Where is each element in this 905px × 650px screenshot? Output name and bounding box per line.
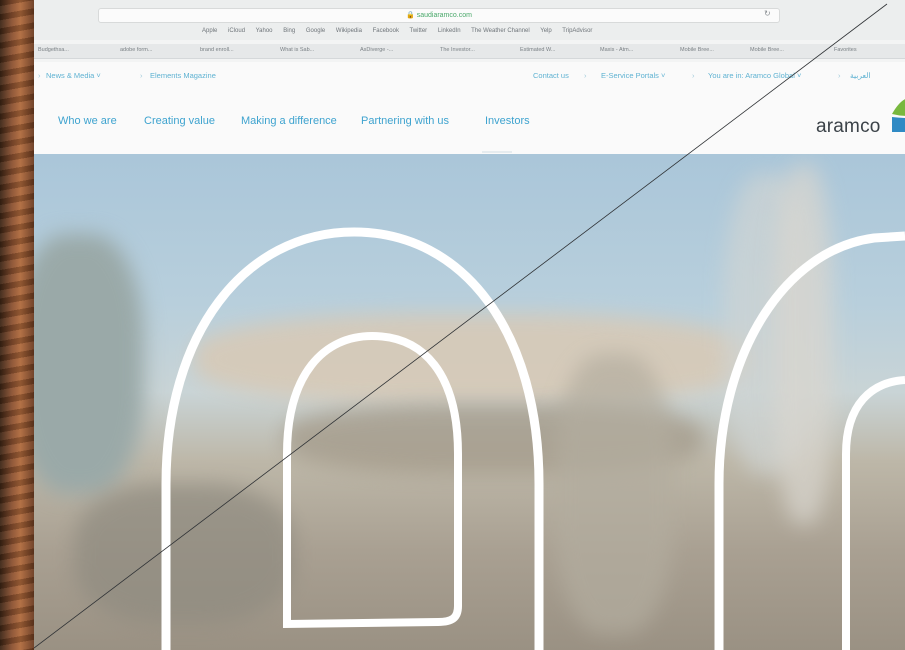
favorite-link[interactable]: Twitter xyxy=(410,28,428,34)
chevron-right-icon: › xyxy=(838,71,841,80)
bookmark-item[interactable]: brand enroll... xyxy=(200,47,234,53)
elements-magazine-link[interactable]: Elements Magazine xyxy=(150,71,216,80)
favorite-link[interactable]: Apple xyxy=(202,28,217,34)
favorite-link[interactable]: Yahoo xyxy=(256,28,273,34)
region-selector[interactable]: You are in: Aramco Global ˅ xyxy=(708,71,801,80)
bookmark-item[interactable]: adobe form... xyxy=(120,47,152,53)
bookmark-item[interactable]: The Investor... xyxy=(440,47,475,53)
bookmark-item[interactable]: AsDiverge -... xyxy=(360,47,393,53)
nav-who-we-are[interactable]: Who we are xyxy=(58,115,117,127)
browser-window: 🔒 saudiaramco.com ↻ Apple iCloud Yahoo B… xyxy=(34,0,905,650)
favorite-link[interactable]: TripAdvisor xyxy=(562,28,592,34)
bookmark-item[interactable]: Maxis - Atm... xyxy=(600,47,633,53)
favorite-link[interactable]: LinkedIn xyxy=(438,28,461,34)
bookmark-item[interactable]: Estimated W... xyxy=(520,47,555,53)
favorite-link[interactable]: The Weather Channel xyxy=(471,28,530,34)
aramco-logo-mark xyxy=(892,99,905,132)
desk-edge xyxy=(0,0,34,650)
bookmark-item[interactable]: Budgethsa... xyxy=(38,47,69,53)
news-media-link[interactable]: News & Media ˅ xyxy=(46,71,101,80)
chevron-right-icon: › xyxy=(692,71,695,80)
favorite-link[interactable]: Google xyxy=(306,28,325,34)
main-nav: Who we are Creating value Making a diffe… xyxy=(34,88,905,154)
utility-bar: › News & Media ˅ › Elements Magazine Con… xyxy=(34,62,905,88)
bookmark-item[interactable]: Mobile Bree... xyxy=(750,47,784,53)
bookmark-item[interactable]: What is Sab... xyxy=(280,47,314,53)
favorite-link[interactable]: Wikipedia xyxy=(336,28,362,34)
contact-us-link[interactable]: Contact us xyxy=(533,71,569,80)
hero-banner xyxy=(34,154,905,650)
toolbar: 🔒 saudiaramco.com ↻ xyxy=(34,0,905,28)
nav-creating-value[interactable]: Creating value xyxy=(144,115,215,127)
aramco-letter-outline xyxy=(161,227,905,650)
nav-making-a-difference[interactable]: Making a difference xyxy=(241,115,337,127)
favorite-link[interactable]: Facebook xyxy=(373,28,399,34)
nav-partnering-with-us[interactable]: Partnering with us xyxy=(361,115,449,127)
nav-indicator xyxy=(482,151,512,153)
nav-investors[interactable]: Investors xyxy=(485,115,530,127)
bookmark-item[interactable]: Mobile Bree... xyxy=(680,47,714,53)
chevron-right-icon: › xyxy=(584,71,587,80)
chevron-right-icon: › xyxy=(140,71,143,80)
bookmarks-bar: Budgethsa... adobe form... brand enroll.… xyxy=(34,44,905,59)
favorite-link[interactable]: Bing xyxy=(283,28,295,34)
favorite-link[interactable]: iCloud xyxy=(228,28,245,34)
bookmark-item[interactable]: Favorites xyxy=(834,47,857,53)
favorites-bar: Apple iCloud Yahoo Bing Google Wikipedia… xyxy=(34,28,905,40)
aramco-logo[interactable]: aramco xyxy=(816,116,881,138)
arabic-language-link[interactable]: العربية xyxy=(850,71,871,80)
e-service-portals-link[interactable]: E-Service Portals ˅ xyxy=(601,71,665,80)
reload-icon[interactable]: ↻ xyxy=(764,9,771,18)
chevron-right-icon: › xyxy=(38,71,41,80)
address-bar[interactable]: 🔒 saudiaramco.com xyxy=(98,8,780,23)
favorite-link[interactable]: Yelp xyxy=(540,28,551,34)
